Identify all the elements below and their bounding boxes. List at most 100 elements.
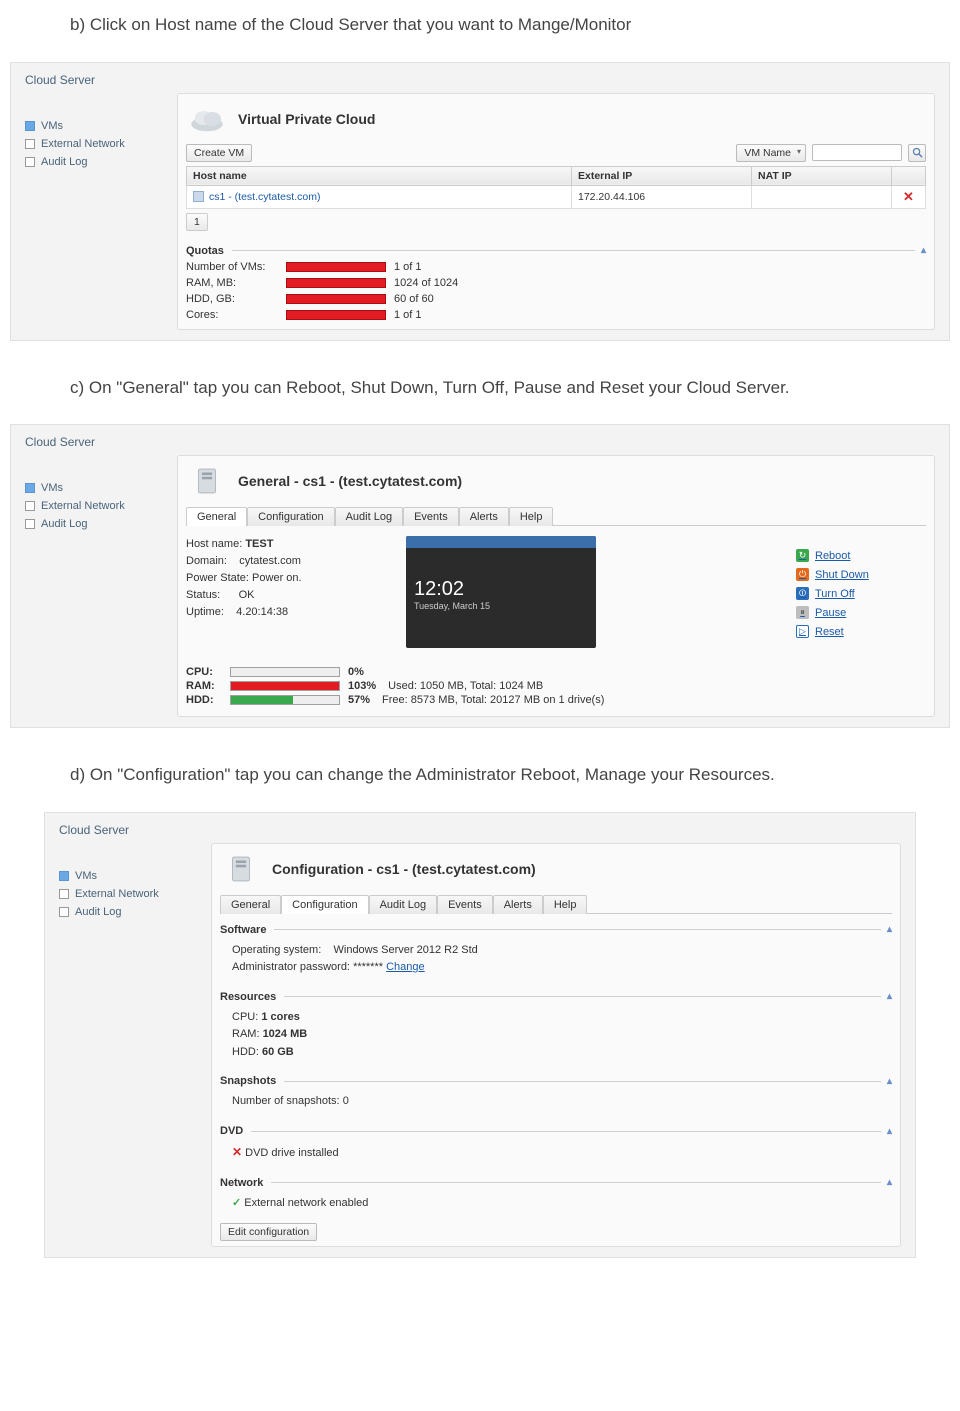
cloud-icon bbox=[186, 102, 228, 136]
create-vm-button[interactable]: Create VM bbox=[186, 144, 252, 162]
cloud-server-title: Cloud Server bbox=[25, 431, 935, 455]
instruction-c: c) On "General" tap you can Reboot, Shut… bbox=[0, 363, 960, 419]
checkbox-icon bbox=[25, 501, 35, 511]
edit-configuration-button[interactable]: Edit configuration bbox=[220, 1223, 317, 1241]
thumbnail-clock: 12:02 bbox=[414, 578, 588, 601]
quota-bar bbox=[286, 294, 386, 304]
sidebar-item-audit-log[interactable]: Audit Log bbox=[25, 153, 171, 171]
quota-row-cores: Cores:1 of 1 bbox=[186, 309, 926, 321]
tab-events[interactable]: Events bbox=[437, 895, 493, 914]
col-external-ip[interactable]: External IP bbox=[572, 166, 752, 185]
action-shutdown[interactable]: ⏻Shut Down bbox=[796, 565, 926, 584]
sidebar-item-external-network[interactable]: External Network bbox=[25, 497, 171, 515]
panel-heading: Configuration - cs1 - (test.cytatest.com… bbox=[272, 861, 536, 877]
tab-configuration[interactable]: Configuration bbox=[281, 895, 368, 914]
tabs: General Configuration Audit Log Events A… bbox=[186, 506, 926, 526]
vm-icon bbox=[193, 191, 204, 202]
section-network: Network▴ ✓ External network enabled bbox=[220, 1177, 892, 1217]
instruction-b: b) Click on Host name of the Cloud Serve… bbox=[0, 0, 960, 56]
main-content: Virtual Private Cloud Create VM VM Name … bbox=[177, 93, 935, 330]
tab-help[interactable]: Help bbox=[509, 507, 554, 526]
ram-bar bbox=[230, 681, 340, 691]
hostname-link[interactable]: cs1 - (test.cytatest.com) bbox=[209, 191, 320, 203]
search-button[interactable] bbox=[908, 144, 926, 162]
collapse-icon[interactable]: ▴ bbox=[887, 1126, 892, 1137]
collapse-icon[interactable]: ▴ bbox=[921, 245, 926, 256]
external-ip-value: 172.20.44.106 bbox=[572, 185, 752, 208]
sidebar-item-external-network[interactable]: External Network bbox=[59, 885, 205, 903]
checkbox-icon bbox=[25, 139, 35, 149]
action-turnoff[interactable]: ⏼Turn Off bbox=[796, 584, 926, 603]
tab-help[interactable]: Help bbox=[543, 895, 588, 914]
checkbox-icon bbox=[59, 889, 69, 899]
usage-cpu: CPU: 0% bbox=[186, 666, 926, 678]
filter-select[interactable]: VM Name bbox=[736, 144, 806, 162]
cloud-server-title: Cloud Server bbox=[25, 69, 935, 93]
table-row[interactable]: cs1 - (test.cytatest.com) 172.20.44.106 … bbox=[187, 185, 926, 208]
vm-toolbar: Create VM VM Name bbox=[186, 144, 926, 162]
panel-virtual-private-cloud: Cloud Server VMs External Network Audit … bbox=[10, 62, 950, 341]
sidebar-item-vms[interactable]: VMs bbox=[25, 479, 171, 497]
shutdown-icon: ⏻ bbox=[796, 568, 809, 581]
pager: 1 bbox=[186, 213, 926, 231]
server-icon bbox=[220, 852, 262, 886]
sidebar: VMs External Network Audit Log bbox=[25, 455, 171, 717]
col-hostname[interactable]: Host name bbox=[187, 166, 572, 185]
usage-hdd: HDD: 57% Free: 8573 MB, Total: 20127 MB … bbox=[186, 694, 926, 706]
server-icon bbox=[186, 464, 228, 498]
collapse-icon[interactable]: ▴ bbox=[887, 1177, 892, 1188]
sidebar: VMs External Network Audit Log bbox=[25, 93, 171, 330]
vm-console-thumbnail[interactable]: 12:02 Tuesday, March 15 bbox=[406, 536, 596, 648]
search-icon bbox=[912, 147, 923, 158]
main-content: Configuration - cs1 - (test.cytatest.com… bbox=[211, 843, 901, 1248]
collapse-icon[interactable]: ▴ bbox=[887, 991, 892, 1002]
x-icon: ✕ bbox=[232, 1145, 242, 1159]
action-reset[interactable]: ▷Reset bbox=[796, 622, 926, 641]
quotas-section: Quotas ▴ Number of VMs:1 of 1 RAM, MB:102… bbox=[186, 245, 926, 321]
reset-icon: ▷ bbox=[796, 625, 809, 638]
section-software: Software▴ Operating system: Windows Serv… bbox=[220, 924, 892, 981]
section-resources: Resources▴ CPU: 1 cores RAM: 1024 MB HDD… bbox=[220, 991, 892, 1066]
tab-general[interactable]: General bbox=[220, 895, 281, 914]
checkbox-icon bbox=[25, 519, 35, 529]
search-input[interactable] bbox=[812, 144, 902, 161]
section-snapshots: Snapshots▴ Number of snapshots: 0 bbox=[220, 1075, 892, 1115]
instruction-d: d) On "Configuration" tap you can change… bbox=[0, 750, 960, 806]
checkbox-icon bbox=[59, 871, 69, 881]
tab-configuration[interactable]: Configuration bbox=[247, 507, 334, 526]
usage-ram: RAM: 103% Used: 1050 MB, Total: 1024 MB bbox=[186, 680, 926, 692]
thumbnail-date: Tuesday, March 15 bbox=[414, 601, 588, 611]
quota-row-vms: Number of VMs:1 of 1 bbox=[186, 261, 926, 273]
col-nat-ip[interactable]: NAT IP bbox=[752, 166, 892, 185]
tab-audit-log[interactable]: Audit Log bbox=[335, 507, 403, 526]
checkbox-icon bbox=[59, 907, 69, 917]
tab-alerts[interactable]: Alerts bbox=[493, 895, 543, 914]
collapse-icon[interactable]: ▴ bbox=[887, 924, 892, 935]
vm-actions: ↻Reboot ⏻Shut Down ⏼Turn Off ⏸Pause ▷Res… bbox=[796, 536, 926, 648]
cpu-bar bbox=[230, 667, 340, 677]
delete-icon[interactable]: ✕ bbox=[903, 189, 914, 204]
tab-general[interactable]: General bbox=[186, 507, 247, 526]
sidebar-item-external-network[interactable]: External Network bbox=[25, 135, 171, 153]
general-body: Host name: TEST Domain: cytatest.com Pow… bbox=[186, 536, 926, 648]
sidebar-item-vms[interactable]: VMs bbox=[59, 867, 205, 885]
collapse-icon[interactable]: ▴ bbox=[887, 1076, 892, 1087]
turnoff-icon: ⏼ bbox=[796, 587, 809, 600]
quota-bar bbox=[286, 262, 386, 272]
change-password-link[interactable]: Change bbox=[386, 961, 425, 973]
tab-audit-log[interactable]: Audit Log bbox=[369, 895, 437, 914]
sidebar-item-audit-log[interactable]: Audit Log bbox=[25, 515, 171, 533]
hdd-bar bbox=[230, 695, 340, 705]
action-pause[interactable]: ⏸Pause bbox=[796, 603, 926, 622]
tab-events[interactable]: Events bbox=[403, 507, 459, 526]
sidebar-item-vms[interactable]: VMs bbox=[25, 117, 171, 135]
quotas-title: Quotas bbox=[186, 245, 224, 257]
page-1-button[interactable]: 1 bbox=[186, 213, 208, 231]
quota-row-ram: RAM, MB:1024 of 1024 bbox=[186, 277, 926, 289]
tab-alerts[interactable]: Alerts bbox=[459, 507, 509, 526]
action-reboot[interactable]: ↻Reboot bbox=[796, 546, 926, 565]
quota-bar bbox=[286, 278, 386, 288]
quota-row-hdd: HDD, GB:60 of 60 bbox=[186, 293, 926, 305]
panel-general: Cloud Server VMs External Network Audit … bbox=[10, 424, 950, 728]
sidebar-item-audit-log[interactable]: Audit Log bbox=[59, 903, 205, 921]
